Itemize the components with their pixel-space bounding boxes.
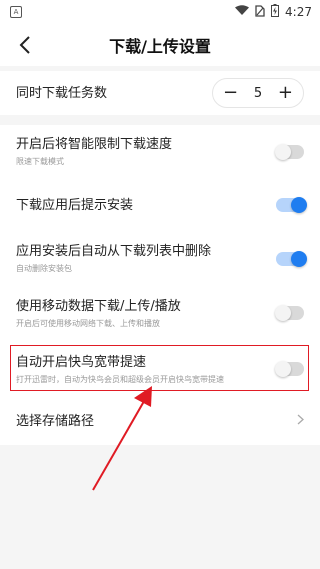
status-time: 4:27	[285, 5, 312, 19]
mobile-data-toggle[interactable]	[275, 305, 304, 321]
storage-path-row[interactable]: 选择存储路径	[0, 397, 320, 445]
concurrent-downloads-stepper: − 5 +	[212, 78, 304, 108]
mobile-data-subtitle: 开启后可使用移动网络下载、上传和播放	[16, 318, 160, 328]
no-sim-icon	[255, 4, 265, 20]
status-bar: A 4:27	[0, 0, 320, 24]
acceleration-subtitle: 打开迅雷时，自动为快鸟会员和超级会员开启快鸟宽带提速	[16, 374, 224, 384]
concurrent-section: 同时下载任务数 − 5 +	[0, 71, 320, 115]
battery-charging-icon	[271, 4, 280, 20]
auto-delete-toggle[interactable]	[276, 250, 307, 267]
concurrent-downloads-value: 5	[253, 85, 263, 101]
auto-delete-subtitle: 自动删除安装包	[16, 264, 72, 273]
prompt-install-title: 下载应用后提示安装	[16, 197, 134, 213]
smart-limit-row[interactable]: 开启后将智能限制下载速度 限速下载模式	[0, 125, 320, 178]
page-header: 下载/上传设置	[0, 24, 320, 66]
mobile-data-row[interactable]: 使用移动数据下载/上传/播放 开启后可使用移动网络下载、上传和播放	[0, 285, 320, 341]
increase-button[interactable]: +	[278, 84, 293, 102]
storage-path-title: 选择存储路径	[16, 413, 95, 429]
acceleration-title: 自动开启快鸟宽带提速	[16, 354, 147, 370]
mobile-data-title: 使用移动数据下载/上传/播放	[16, 298, 181, 314]
storage-section: 选择存储路径	[0, 397, 320, 445]
auto-delete-row[interactable]: 应用安装后自动从下载列表中删除 自动删除安装包	[0, 232, 320, 285]
chevron-right-icon	[297, 413, 304, 429]
smart-limit-toggle[interactable]	[275, 143, 304, 160]
auto-delete-title: 应用安装后自动从下载列表中删除	[16, 244, 212, 259]
back-arrow-icon	[19, 36, 30, 54]
prompt-install-toggle[interactable]	[276, 197, 307, 213]
acceleration-row[interactable]: 自动开启快鸟宽带提速 打开迅雷时，自动为快鸟会员和超级会员开启快鸟宽带提速	[0, 341, 320, 397]
concurrent-downloads-label: 同时下载任务数	[16, 85, 108, 101]
toggle-section: 开启后将智能限制下载速度 限速下载模式 下载应用后提示安装 应用安装后自动从下载…	[0, 125, 320, 397]
acceleration-toggle[interactable]	[275, 361, 304, 377]
app-notification-icon: A	[10, 6, 22, 18]
decrease-button[interactable]: −	[223, 84, 238, 102]
back-button[interactable]	[14, 34, 36, 56]
wifi-icon	[235, 5, 250, 19]
smart-limit-subtitle: 限速下载模式	[16, 157, 64, 166]
concurrent-downloads-row: 同时下载任务数 − 5 +	[0, 71, 320, 115]
smart-limit-title: 开启后将智能限制下载速度	[16, 137, 173, 152]
prompt-install-row[interactable]: 下载应用后提示安装	[0, 178, 320, 232]
page-title: 下载/上传设置	[109, 37, 211, 56]
